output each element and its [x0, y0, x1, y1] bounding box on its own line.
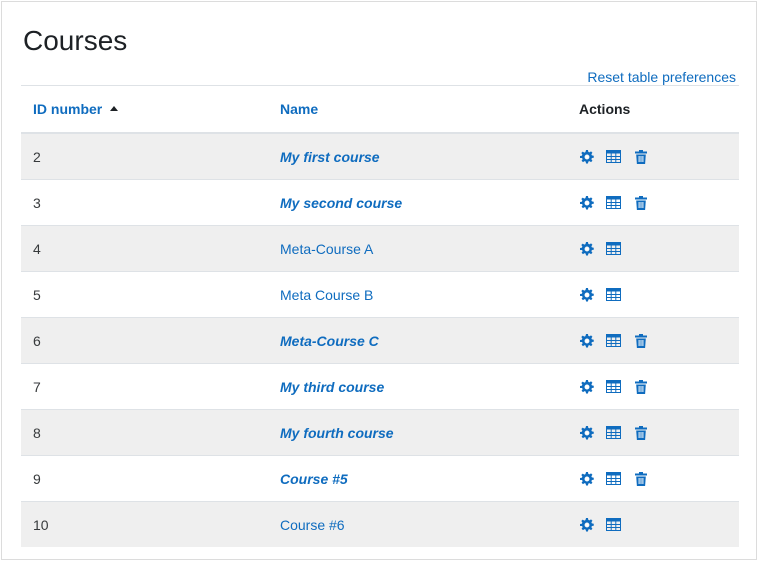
table-row: 7 My third course [21, 363, 739, 410]
course-id-cell: 3 [21, 179, 268, 226]
course-actions [579, 195, 739, 210]
course-actions [579, 517, 739, 532]
course-name-cell: My fourth course [268, 409, 567, 456]
table-icon[interactable] [606, 333, 621, 348]
course-link[interactable]: Meta-Course A [280, 241, 373, 257]
gear-icon[interactable] [579, 333, 594, 348]
course-name-cell: My third course [268, 363, 567, 410]
gear-icon[interactable] [579, 149, 594, 164]
table-icon[interactable] [606, 425, 621, 440]
column-header-actions: Actions [567, 85, 739, 134]
gear-icon[interactable] [579, 287, 594, 302]
gear-icon[interactable] [579, 517, 594, 532]
course-name-cell: Course #5 [268, 455, 567, 502]
table-row: 9 Course #5 [21, 455, 739, 502]
sort-id-number-link[interactable]: ID number [33, 101, 102, 117]
table-row: 2 My first course [21, 132, 739, 180]
table-icon[interactable] [606, 517, 621, 532]
trash-icon[interactable] [633, 195, 648, 210]
course-actions-cell [567, 409, 739, 456]
reset-table-preferences-link[interactable]: Reset table preferences [587, 68, 736, 86]
course-name-cell: My first course [268, 132, 567, 180]
table-icon[interactable] [606, 471, 621, 486]
trash-icon[interactable] [633, 379, 648, 394]
course-link[interactable]: Course #5 [280, 471, 348, 487]
course-name-cell: Course #6 [268, 501, 567, 547]
table-icon[interactable] [606, 287, 621, 302]
course-actions [579, 379, 739, 394]
sort-name-link[interactable]: Name [280, 101, 318, 117]
table-row: 8 My fourth course [21, 409, 739, 456]
table-row: 3 My second course [21, 179, 739, 226]
course-link[interactable]: My fourth course [280, 425, 394, 441]
course-name-cell: My second course [268, 179, 567, 226]
course-link[interactable]: My third course [280, 379, 384, 395]
table-row: 4 Meta-Course A [21, 225, 739, 272]
gear-icon[interactable] [579, 195, 594, 210]
course-id-cell: 6 [21, 317, 268, 364]
course-actions [579, 333, 739, 348]
trash-icon[interactable] [633, 425, 648, 440]
course-link[interactable]: Course #6 [280, 517, 345, 533]
course-link[interactable]: Meta Course B [280, 287, 373, 303]
table-icon[interactable] [606, 241, 621, 256]
gear-icon[interactable] [579, 241, 594, 256]
column-header-name[interactable]: Name [268, 85, 567, 134]
course-actions-cell [567, 271, 739, 318]
course-actions [579, 287, 739, 302]
course-actions-cell [567, 132, 739, 180]
table-icon[interactable] [606, 149, 621, 164]
table-icon[interactable] [606, 195, 621, 210]
trash-icon[interactable] [633, 333, 648, 348]
course-id-cell: 5 [21, 271, 268, 318]
course-link[interactable]: My first course [280, 149, 380, 165]
gear-icon[interactable] [579, 471, 594, 486]
course-id-cell: 4 [21, 225, 268, 272]
course-actions-cell [567, 317, 739, 364]
course-actions [579, 241, 739, 256]
courses-table: ID number Name Actions 2 My first course 3… [21, 85, 739, 547]
gear-icon[interactable] [579, 379, 594, 394]
course-id-cell: 2 [21, 132, 268, 180]
course-actions-cell [567, 179, 739, 226]
table-row: 5 Meta Course B [21, 271, 739, 318]
column-header-id-number[interactable]: ID number [21, 85, 268, 134]
table-icon[interactable] [606, 379, 621, 394]
trash-icon[interactable] [633, 149, 648, 164]
course-id-cell: 10 [21, 501, 268, 547]
course-link[interactable]: Meta-Course C [280, 333, 379, 349]
course-name-cell: Meta-Course C [268, 317, 567, 364]
course-id-cell: 9 [21, 455, 268, 502]
course-actions-cell [567, 501, 739, 547]
course-actions-cell [567, 455, 739, 502]
course-actions [579, 149, 739, 164]
course-actions-cell [567, 363, 739, 410]
course-id-cell: 8 [21, 409, 268, 456]
table-row: 10 Course #6 [21, 501, 739, 547]
course-id-cell: 7 [21, 363, 268, 410]
course-actions-cell [567, 225, 739, 272]
gear-icon[interactable] [579, 425, 594, 440]
table-header-row: ID number Name Actions [21, 85, 739, 134]
course-actions [579, 471, 739, 486]
trash-icon[interactable] [633, 471, 648, 486]
sort-ascending-icon [110, 106, 119, 111]
course-actions [579, 425, 739, 440]
course-link[interactable]: My second course [280, 195, 402, 211]
course-name-cell: Meta-Course A [268, 225, 567, 272]
table-row: 6 Meta-Course C [21, 317, 739, 364]
page-title: Courses [23, 25, 128, 56]
course-name-cell: Meta Course B [268, 271, 567, 318]
